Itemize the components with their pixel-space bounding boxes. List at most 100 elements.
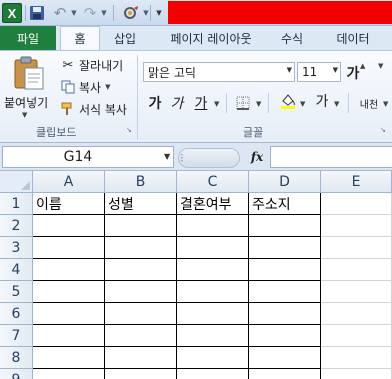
cell-e7[interactable] — [321, 325, 392, 347]
cell-d3[interactable] — [249, 237, 321, 259]
tab-insert[interactable]: 삽입 — [104, 26, 146, 50]
font-name-dropdown-icon[interactable]: ▼ — [287, 66, 292, 74]
redo-dropdown-icon[interactable]: ▼ — [100, 3, 108, 23]
column-header-c[interactable]: C — [177, 171, 249, 193]
tool-icon[interactable] — [120, 3, 142, 23]
paste-button-label[interactable]: 붙여넣기 — [4, 94, 48, 111]
tab-home[interactable]: 홈 — [60, 26, 100, 50]
grow-font-button[interactable]: 가 — [345, 63, 361, 83]
underline-button[interactable]: 가 — [192, 93, 210, 113]
undo-dropdown-icon[interactable]: ▼ — [70, 3, 78, 23]
column-header-e[interactable]: E — [321, 171, 392, 193]
formula-bar-grip-icon[interactable]: ⁝ — [180, 151, 190, 165]
row-header-7[interactable]: 7 — [0, 325, 33, 347]
row-header-4[interactable]: 4 — [0, 259, 33, 281]
cell-e1[interactable] — [321, 193, 392, 215]
cell-c1[interactable]: 결혼여부 — [177, 193, 249, 215]
row-header-5[interactable]: 5 — [0, 281, 33, 303]
cell-e3[interactable] — [321, 237, 392, 259]
cell-b5[interactable] — [105, 281, 177, 303]
row-header-1[interactable]: 1 — [0, 193, 33, 215]
phonetic-dropdown-icon[interactable]: ▼ — [383, 100, 388, 108]
insert-function-icon[interactable]: fx — [248, 149, 266, 165]
customize-qat-icon[interactable]: ▼ — [154, 3, 164, 23]
cell-b1[interactable]: 성별 — [105, 193, 177, 215]
row-header-6[interactable]: 6 — [0, 303, 33, 325]
cell-d5[interactable] — [249, 281, 321, 303]
font-launcher-icon[interactable]: ↘ — [380, 126, 388, 134]
cell-c9[interactable] — [177, 369, 249, 379]
cell-c5[interactable] — [177, 281, 249, 303]
paste-dropdown-icon[interactable]: ▼ — [22, 111, 27, 119]
cell-b8[interactable] — [105, 347, 177, 369]
font-size-combo[interactable]: 11 ▼ — [297, 62, 341, 82]
fill-color-icon[interactable] — [278, 91, 298, 111]
cell-b3[interactable] — [105, 237, 177, 259]
cell-e6[interactable] — [321, 303, 392, 325]
cell-d8[interactable] — [249, 347, 321, 369]
phonetic-guide-button[interactable]: 내천 — [356, 93, 382, 113]
formula-input[interactable] — [270, 146, 392, 168]
tab-file[interactable]: 파일 — [0, 26, 56, 50]
row-header-8[interactable]: 8 — [0, 347, 33, 369]
cell-e8[interactable] — [321, 347, 392, 369]
font-size-dropdown-icon[interactable]: ▼ — [333, 66, 338, 74]
cell-a1[interactable]: 이름 — [33, 193, 105, 215]
cell-e5[interactable] — [321, 281, 392, 303]
undo-icon[interactable]: ↶ — [52, 3, 68, 23]
paste-icon[interactable] — [12, 55, 46, 91]
row-header-2[interactable]: 2 — [0, 215, 33, 237]
bold-button[interactable]: 가 — [146, 93, 164, 113]
border-icon[interactable] — [234, 93, 252, 113]
cell-d1[interactable]: 주소지 — [249, 193, 321, 215]
name-box-dropdown-icon[interactable]: ▼ — [164, 152, 170, 161]
excel-app-icon[interactable]: X — [2, 3, 22, 23]
cell-b4[interactable] — [105, 259, 177, 281]
cell-a7[interactable] — [33, 325, 105, 347]
cell-d9[interactable] — [249, 369, 321, 379]
font-name-combo[interactable]: 맑은 고딕 ▼ — [143, 62, 295, 82]
cell-b7[interactable] — [105, 325, 177, 347]
tool-dropdown-icon[interactable]: ▼ — [142, 3, 150, 23]
tab-data[interactable]: 데이터 — [328, 26, 378, 50]
save-icon[interactable] — [28, 3, 46, 23]
tab-page-layout[interactable]: 페이지 레이아웃 — [158, 26, 264, 50]
cell-c4[interactable] — [177, 259, 249, 281]
tab-formulas[interactable]: 수식 — [272, 26, 312, 50]
cell-c7[interactable] — [177, 325, 249, 347]
row-header-9[interactable]: 9 — [0, 369, 33, 379]
cell-e9[interactable] — [321, 369, 392, 379]
cell-a8[interactable] — [33, 347, 105, 369]
redo-icon[interactable]: ↷ — [82, 3, 98, 23]
cell-a9[interactable] — [33, 369, 105, 379]
font-color-dropdown-icon[interactable]: ▼ — [334, 100, 339, 108]
cell-d6[interactable] — [249, 303, 321, 325]
name-box[interactable]: G14 — [2, 146, 174, 168]
format-painter-button[interactable]: 서식 복사 — [60, 100, 127, 118]
column-header-d[interactable]: D — [249, 171, 321, 193]
cell-a2[interactable] — [33, 215, 105, 237]
copy-button[interactable]: 복사 ▼ — [60, 78, 110, 96]
cut-button[interactable]: ✂ 잘라내기 — [60, 56, 124, 74]
clipboard-launcher-icon[interactable]: ↘ — [126, 126, 134, 134]
cell-c8[interactable] — [177, 347, 249, 369]
row-header-3[interactable]: 3 — [0, 237, 33, 259]
cell-b2[interactable] — [105, 215, 177, 237]
cell-d7[interactable] — [249, 325, 321, 347]
cell-d4[interactable] — [249, 259, 321, 281]
fill-color-dropdown-icon[interactable]: ▼ — [300, 100, 305, 108]
cell-c2[interactable] — [177, 215, 249, 237]
border-dropdown-icon[interactable]: ▼ — [256, 100, 261, 108]
column-header-a[interactable]: A — [33, 171, 105, 193]
cell-a3[interactable] — [33, 237, 105, 259]
cell-a6[interactable] — [33, 303, 105, 325]
cell-d2[interactable] — [249, 215, 321, 237]
select-all-button[interactable] — [0, 171, 33, 193]
cell-a4[interactable] — [33, 259, 105, 281]
cell-c3[interactable] — [177, 237, 249, 259]
cell-e2[interactable] — [321, 215, 392, 237]
italic-button[interactable]: 가 — [168, 93, 186, 113]
copy-dropdown-icon[interactable]: ▼ — [105, 83, 110, 91]
cell-e4[interactable] — [321, 259, 392, 281]
cell-b6[interactable] — [105, 303, 177, 325]
